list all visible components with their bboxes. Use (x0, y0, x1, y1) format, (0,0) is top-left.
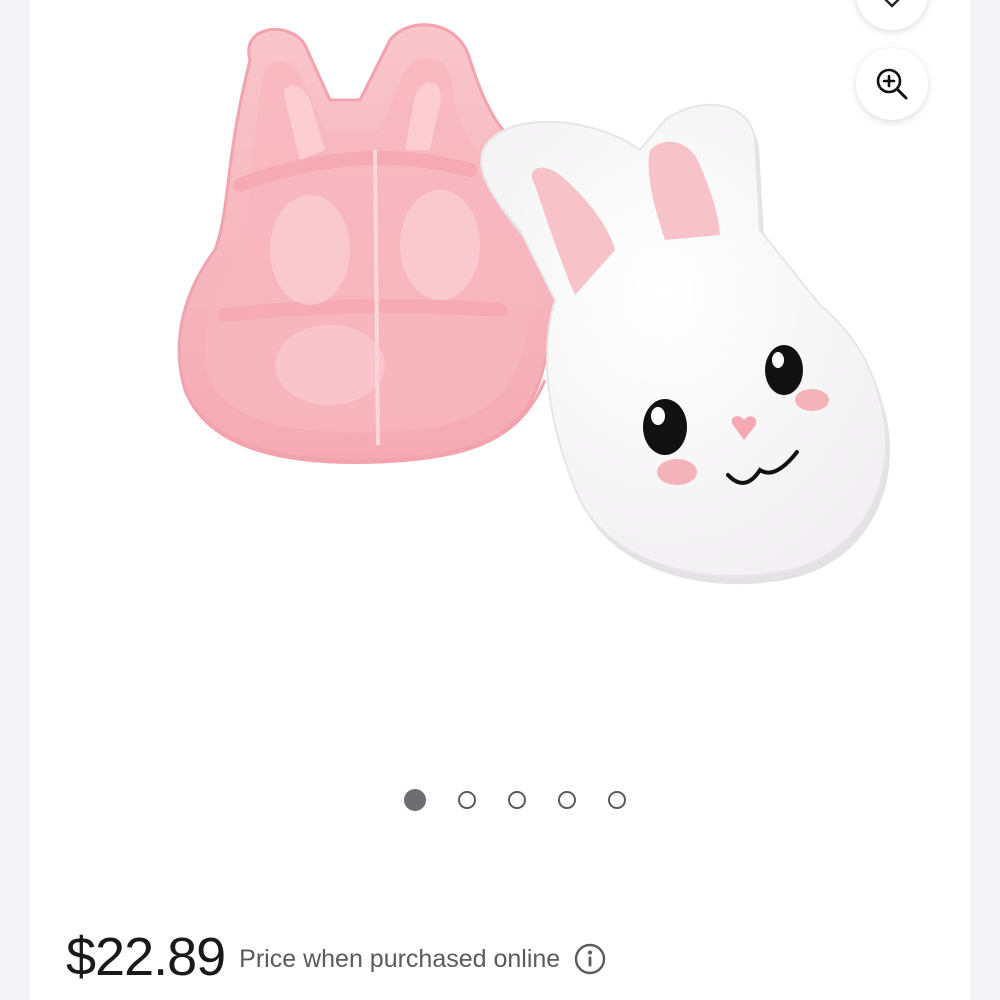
info-icon[interactable] (574, 943, 606, 975)
carousel-indicator (0, 789, 1000, 815)
price-row: $22.89 Price when purchased online (66, 922, 606, 992)
price-note: Price when purchased online (239, 944, 561, 973)
product-image[interactable] (0, 0, 1000, 740)
zoom-button[interactable] (856, 48, 928, 120)
carousel-dot-2[interactable] (458, 791, 476, 809)
carousel-dot-4[interactable] (558, 791, 576, 809)
price: $22.89 (66, 927, 226, 987)
pink-container (177, 23, 557, 464)
carousel-dot-5[interactable] (608, 791, 626, 809)
carousel-dot-3[interactable] (508, 791, 526, 809)
heart-icon (884, 0, 900, 8)
product-page: $22.89 Price when purchased online (0, 0, 1000, 1000)
carousel-dot-1[interactable] (404, 789, 426, 811)
zoom-in-icon (876, 68, 908, 100)
